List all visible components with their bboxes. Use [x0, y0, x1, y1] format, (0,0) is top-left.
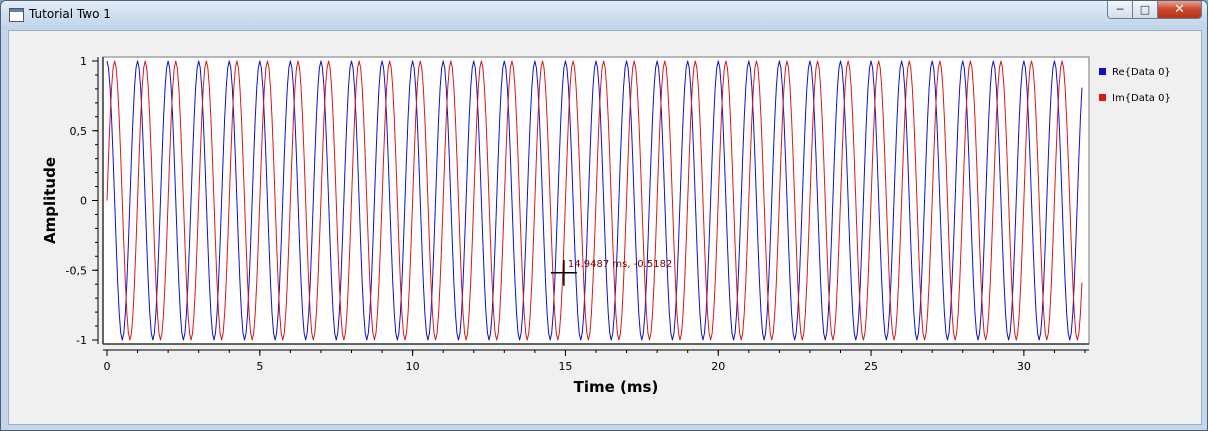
- y-tick-label: -1: [76, 334, 87, 347]
- plot-area: 1 0,5 0 -0,5 -1 0 5 10 15 20 25 30 Time (ms) Amplitud…: [8, 30, 1202, 425]
- window-title: Tutorial Two 1: [29, 7, 111, 21]
- minimize-icon: ─: [1116, 3, 1124, 16]
- y-tick-label: 0: [80, 195, 87, 208]
- x-tick-label: 10: [406, 360, 420, 373]
- x-tick-label: 0: [104, 360, 111, 373]
- app-icon: [9, 8, 24, 22]
- minimize-button[interactable]: ─: [1107, 1, 1133, 19]
- y-tick-label: 1: [80, 55, 87, 68]
- x-tick-label: 30: [1017, 360, 1031, 373]
- x-tick-label: 15: [558, 360, 572, 373]
- y-tick-label: 0,5: [70, 125, 88, 138]
- close-button[interactable]: ✕: [1158, 1, 1202, 19]
- title-bar[interactable]: Tutorial Two 1 ─ □ ✕: [1, 1, 1207, 29]
- time-sink-plot[interactable]: 1 0,5 0 -0,5 -1 0 5 10 15 20 25 30 Time (ms) Amplitud…: [9, 31, 1201, 424]
- close-icon: ✕: [1174, 2, 1185, 17]
- cursor-readout: 14.9487 ms, -0.5182: [568, 259, 672, 270]
- x-tick-label: 5: [256, 360, 263, 373]
- legend-label[interactable]: Re{Data 0}: [1112, 67, 1171, 78]
- y-axis-title: Amplitude: [41, 157, 59, 244]
- x-axis-title: Time (ms): [574, 378, 659, 396]
- legend-label[interactable]: Im{Data 0}: [1112, 93, 1171, 104]
- x-tick-label: 25: [864, 360, 878, 373]
- y-tick-label: -0,5: [66, 264, 87, 277]
- maximize-button[interactable]: □: [1133, 1, 1158, 19]
- legend-swatch[interactable]: [1099, 68, 1106, 75]
- application-window: Tutorial Two 1 ─ □ ✕ 1 0,5 0 -0,5 -1 0 5 10 15 20…: [0, 0, 1208, 431]
- x-tick-label: 20: [711, 360, 725, 373]
- maximize-icon: □: [1139, 3, 1151, 16]
- window-controls: ─ □ ✕: [1107, 1, 1202, 21]
- legend-swatch[interactable]: [1099, 94, 1106, 101]
